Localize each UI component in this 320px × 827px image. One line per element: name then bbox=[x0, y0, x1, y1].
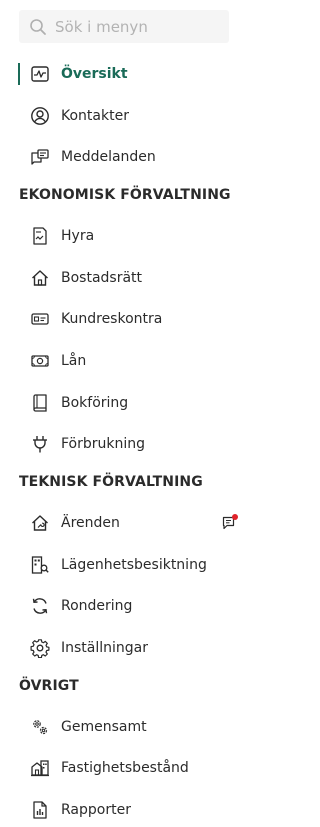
search-icon bbox=[30, 18, 46, 35]
nav-item-hyra[interactable]: Hyra bbox=[0, 218, 247, 254]
nav-item-label: Inställningar bbox=[61, 640, 149, 656]
sidebar-nav: Översikt Kontakter Meddelanden EKONOMISK… bbox=[0, 0, 247, 827]
nav-item-kontakter[interactable]: Kontakter bbox=[0, 98, 247, 134]
home-wrench-icon bbox=[30, 513, 50, 533]
home-icon bbox=[30, 268, 50, 288]
messages-icon bbox=[30, 147, 50, 167]
nav-item-gemensamt[interactable]: Gemensamt bbox=[0, 709, 247, 745]
nav-item-arenden[interactable]: Ärenden bbox=[0, 505, 247, 541]
nav-item-oversikt[interactable]: Översikt bbox=[0, 56, 247, 92]
nav-item-label: Rondering bbox=[61, 598, 133, 614]
nav-item-kundreskontra[interactable]: Kundreskontra bbox=[0, 301, 247, 337]
nav-item-label: Bostadsrätt bbox=[61, 270, 143, 286]
user-circle-icon bbox=[30, 106, 50, 126]
section-heading-ekonomisk: EKONOMISK FÖRVALTNING bbox=[19, 187, 231, 203]
nav-item-label: Lägenhetsbesiktning bbox=[61, 557, 207, 573]
section-heading-ovrigt: ÖVRIGT bbox=[19, 678, 79, 694]
activity-icon bbox=[30, 64, 50, 84]
nav-item-lan[interactable]: Lån bbox=[0, 343, 247, 379]
gear-icon bbox=[30, 638, 50, 658]
nav-item-label: Ärenden bbox=[61, 515, 120, 531]
nav-item-meddelanden[interactable]: Meddelanden bbox=[0, 139, 247, 175]
money-icon bbox=[30, 351, 50, 371]
plug-icon bbox=[30, 434, 50, 454]
nav-item-label: Kontakter bbox=[61, 108, 129, 124]
gears-icon bbox=[30, 717, 50, 737]
nav-item-rondering[interactable]: Rondering bbox=[0, 588, 247, 624]
nav-item-label: Bokföring bbox=[61, 395, 129, 411]
building-search-icon bbox=[30, 555, 50, 575]
nav-item-label: Kundreskontra bbox=[61, 311, 163, 327]
nav-item-bokforing[interactable]: Bokföring bbox=[0, 385, 247, 421]
nav-item-forbrukning[interactable]: Förbrukning bbox=[0, 426, 247, 462]
nav-item-lagenhetsbesiktning[interactable]: Lägenhetsbesiktning bbox=[0, 547, 247, 583]
search-box[interactable] bbox=[19, 10, 229, 43]
report-icon bbox=[30, 800, 50, 820]
id-card-icon bbox=[30, 309, 50, 329]
search-input[interactable] bbox=[55, 17, 215, 36]
buildings-icon bbox=[30, 758, 50, 778]
nav-item-label: Fastighetsbestånd bbox=[61, 760, 189, 776]
active-indicator bbox=[18, 63, 20, 85]
nav-item-label: Hyra bbox=[61, 228, 95, 244]
nav-item-rapporter[interactable]: Rapporter bbox=[0, 792, 247, 827]
nav-item-label: Rapporter bbox=[61, 802, 131, 818]
nav-item-label: Översikt bbox=[61, 66, 128, 82]
notification-comment-icon[interactable] bbox=[222, 514, 238, 531]
nav-item-bostadsratt[interactable]: Bostadsrätt bbox=[0, 260, 247, 296]
invoice-icon bbox=[30, 226, 50, 246]
nav-item-label: Lån bbox=[61, 353, 87, 369]
nav-item-label: Meddelanden bbox=[61, 149, 156, 165]
book-icon bbox=[30, 393, 50, 413]
nav-item-fastighetsbestand[interactable]: Fastighetsbestånd bbox=[0, 750, 247, 786]
notification-dot bbox=[232, 514, 238, 520]
nav-item-installningar[interactable]: Inställningar bbox=[0, 630, 247, 666]
section-heading-teknisk: TEKNISK FÖRVALTNING bbox=[19, 474, 203, 490]
nav-item-label: Förbrukning bbox=[61, 436, 146, 452]
refresh-icon bbox=[30, 596, 50, 616]
nav-item-label: Gemensamt bbox=[61, 719, 147, 735]
